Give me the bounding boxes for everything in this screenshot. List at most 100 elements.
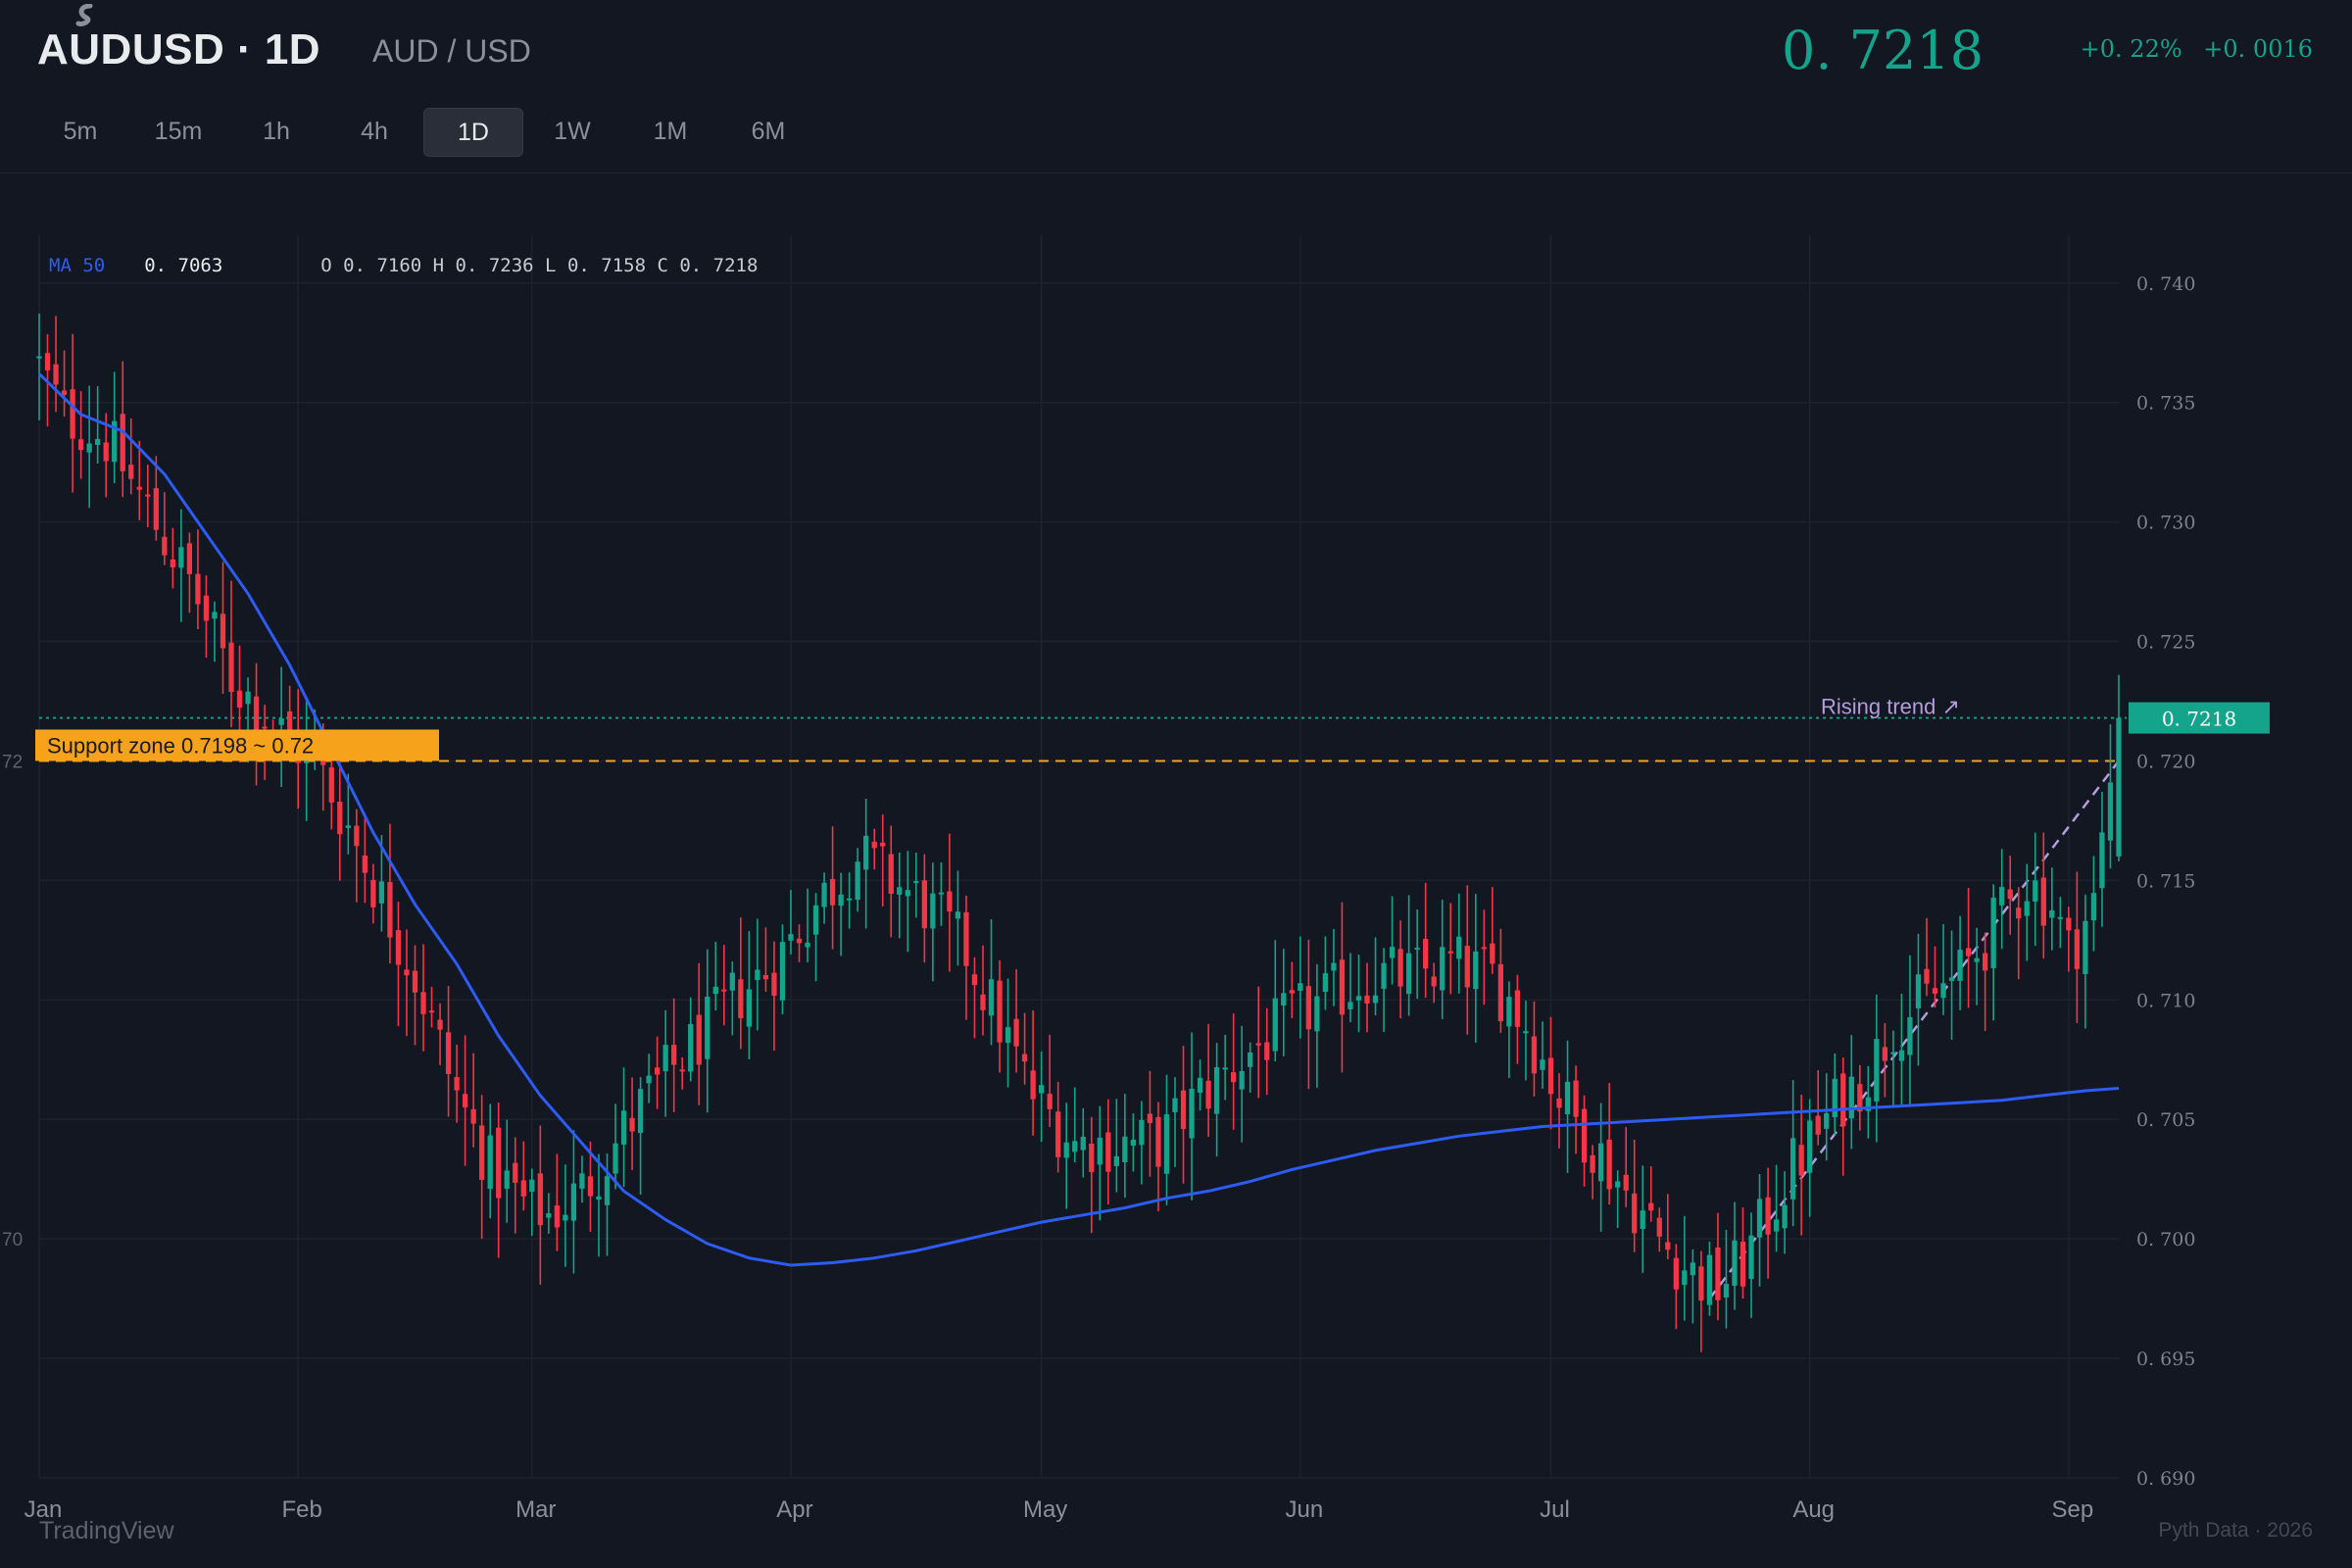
candle-down [679, 1069, 685, 1072]
y-tick-label: 0. 710 [2136, 990, 2195, 1011]
candle-up [1440, 947, 1446, 991]
x-axis: Jan Feb Mar Apr May Jun Jul Aug Sep [24, 1496, 2094, 1523]
candle-up [1615, 1181, 1621, 1188]
candle-up [2033, 880, 2038, 902]
candle-down [1740, 1242, 1746, 1287]
candle-down [362, 855, 368, 873]
candle-up [1948, 977, 1955, 981]
candle-down [1423, 938, 1429, 969]
candle-up [1348, 1002, 1353, 1009]
candle-down [61, 390, 68, 395]
candle-down [1924, 968, 1930, 984]
candle-up [637, 1089, 644, 1134]
candle-down [470, 1108, 476, 1124]
candle-up [779, 942, 786, 1001]
candle-up [1139, 1119, 1145, 1146]
candle-up [1732, 1240, 1738, 1287]
candle-down [1623, 1174, 1629, 1191]
candle-up [729, 972, 735, 991]
candle-down [145, 494, 151, 497]
candle-down [888, 854, 894, 895]
candle-up [2082, 920, 2088, 974]
candle-up [604, 1176, 611, 1205]
candle-up [1414, 948, 1420, 951]
candle-up [938, 892, 945, 895]
candle-up [955, 911, 961, 919]
candle-up [2049, 909, 2055, 918]
candle-up [1222, 1067, 1228, 1070]
candle-up [821, 882, 827, 907]
candle-up [1213, 1066, 1220, 1114]
trend-line[interactable] [1708, 760, 2120, 1299]
candle-down [2066, 917, 2072, 931]
candle-down [1205, 1080, 1211, 1109]
x-tick-label: Apr [776, 1496, 812, 1523]
candle-down [1556, 1098, 1562, 1108]
candle-up [712, 986, 718, 995]
candle-up [2057, 916, 2063, 919]
candle-up [905, 890, 910, 897]
candle-down [829, 878, 836, 906]
candle-down [420, 992, 426, 1014]
candle-down [1447, 951, 1453, 954]
candle-down [454, 1076, 460, 1091]
candle-down [1180, 1090, 1187, 1130]
annotation-labels: Rising trend ↗ 0. 7218 Support zone 0.71… [2, 695, 2270, 1250]
candle-up [245, 691, 251, 705]
candle-up [1197, 1077, 1203, 1094]
candle-up [1381, 962, 1387, 989]
candle-down [1965, 948, 1972, 956]
candle-down [44, 353, 51, 371]
ma50-line[interactable] [37, 372, 2120, 1267]
candle-down [170, 559, 175, 567]
candle-down [997, 980, 1003, 1043]
candle-down [2016, 907, 2022, 919]
candle-down [1882, 1047, 1888, 1061]
candle-down [128, 465, 134, 479]
candle-down [880, 842, 886, 847]
candle-up [1113, 1155, 1119, 1166]
candle-down [1815, 1115, 1821, 1135]
y-axis: 0. 740 0. 735 0. 730 0. 725 0. 720 0. 715 0. 7… [2136, 273, 2195, 1490]
candle-down [871, 841, 877, 849]
candle-up [1890, 1052, 1896, 1054]
candle-up [855, 861, 860, 901]
candle-down [771, 972, 777, 997]
candle-up [788, 934, 794, 941]
candle-down [2074, 929, 2081, 969]
x-tick-label: Sep [2052, 1496, 2094, 1523]
candle-up [646, 1075, 652, 1084]
candle-down [971, 974, 978, 986]
candle-up [913, 881, 919, 884]
candle-up [1690, 1262, 1696, 1276]
candle-down [2040, 877, 2046, 926]
candle-down [479, 1125, 485, 1180]
candle-up [2107, 782, 2114, 841]
candle-down [696, 1014, 702, 1065]
candle-up [2090, 893, 2097, 921]
candle-down [1983, 953, 1988, 971]
candle-down [1606, 1139, 1612, 1190]
ma-layer [37, 372, 2120, 1267]
price-chart[interactable]: 0. 740 0. 735 0. 730 0. 725 0. 720 0. 715 0. 7… [0, 0, 2352, 1568]
candle-down [153, 488, 159, 530]
candle-down [921, 880, 927, 929]
candle-down [947, 891, 953, 912]
x-tick-label: Aug [1792, 1496, 1835, 1523]
candle-up [1999, 887, 2005, 906]
candle-up [563, 1214, 568, 1221]
candle-up [1640, 1210, 1645, 1230]
candle-down [462, 1094, 468, 1107]
candle-up [1298, 983, 1303, 992]
candle-down [738, 979, 744, 1018]
candle-down [1798, 1145, 1804, 1176]
support-label: Support zone 0.7198 ~ 0.72 [47, 733, 314, 758]
candle-up [1080, 1136, 1086, 1151]
candle-up [1848, 1076, 1854, 1119]
candle-down [1055, 1111, 1061, 1157]
candle-up [688, 1023, 694, 1072]
chart-overlays [39, 716, 2127, 1299]
candle-up [1130, 1139, 1137, 1146]
candle-up [662, 1045, 668, 1072]
ma-label[interactable]: MA 50 [49, 255, 105, 276]
